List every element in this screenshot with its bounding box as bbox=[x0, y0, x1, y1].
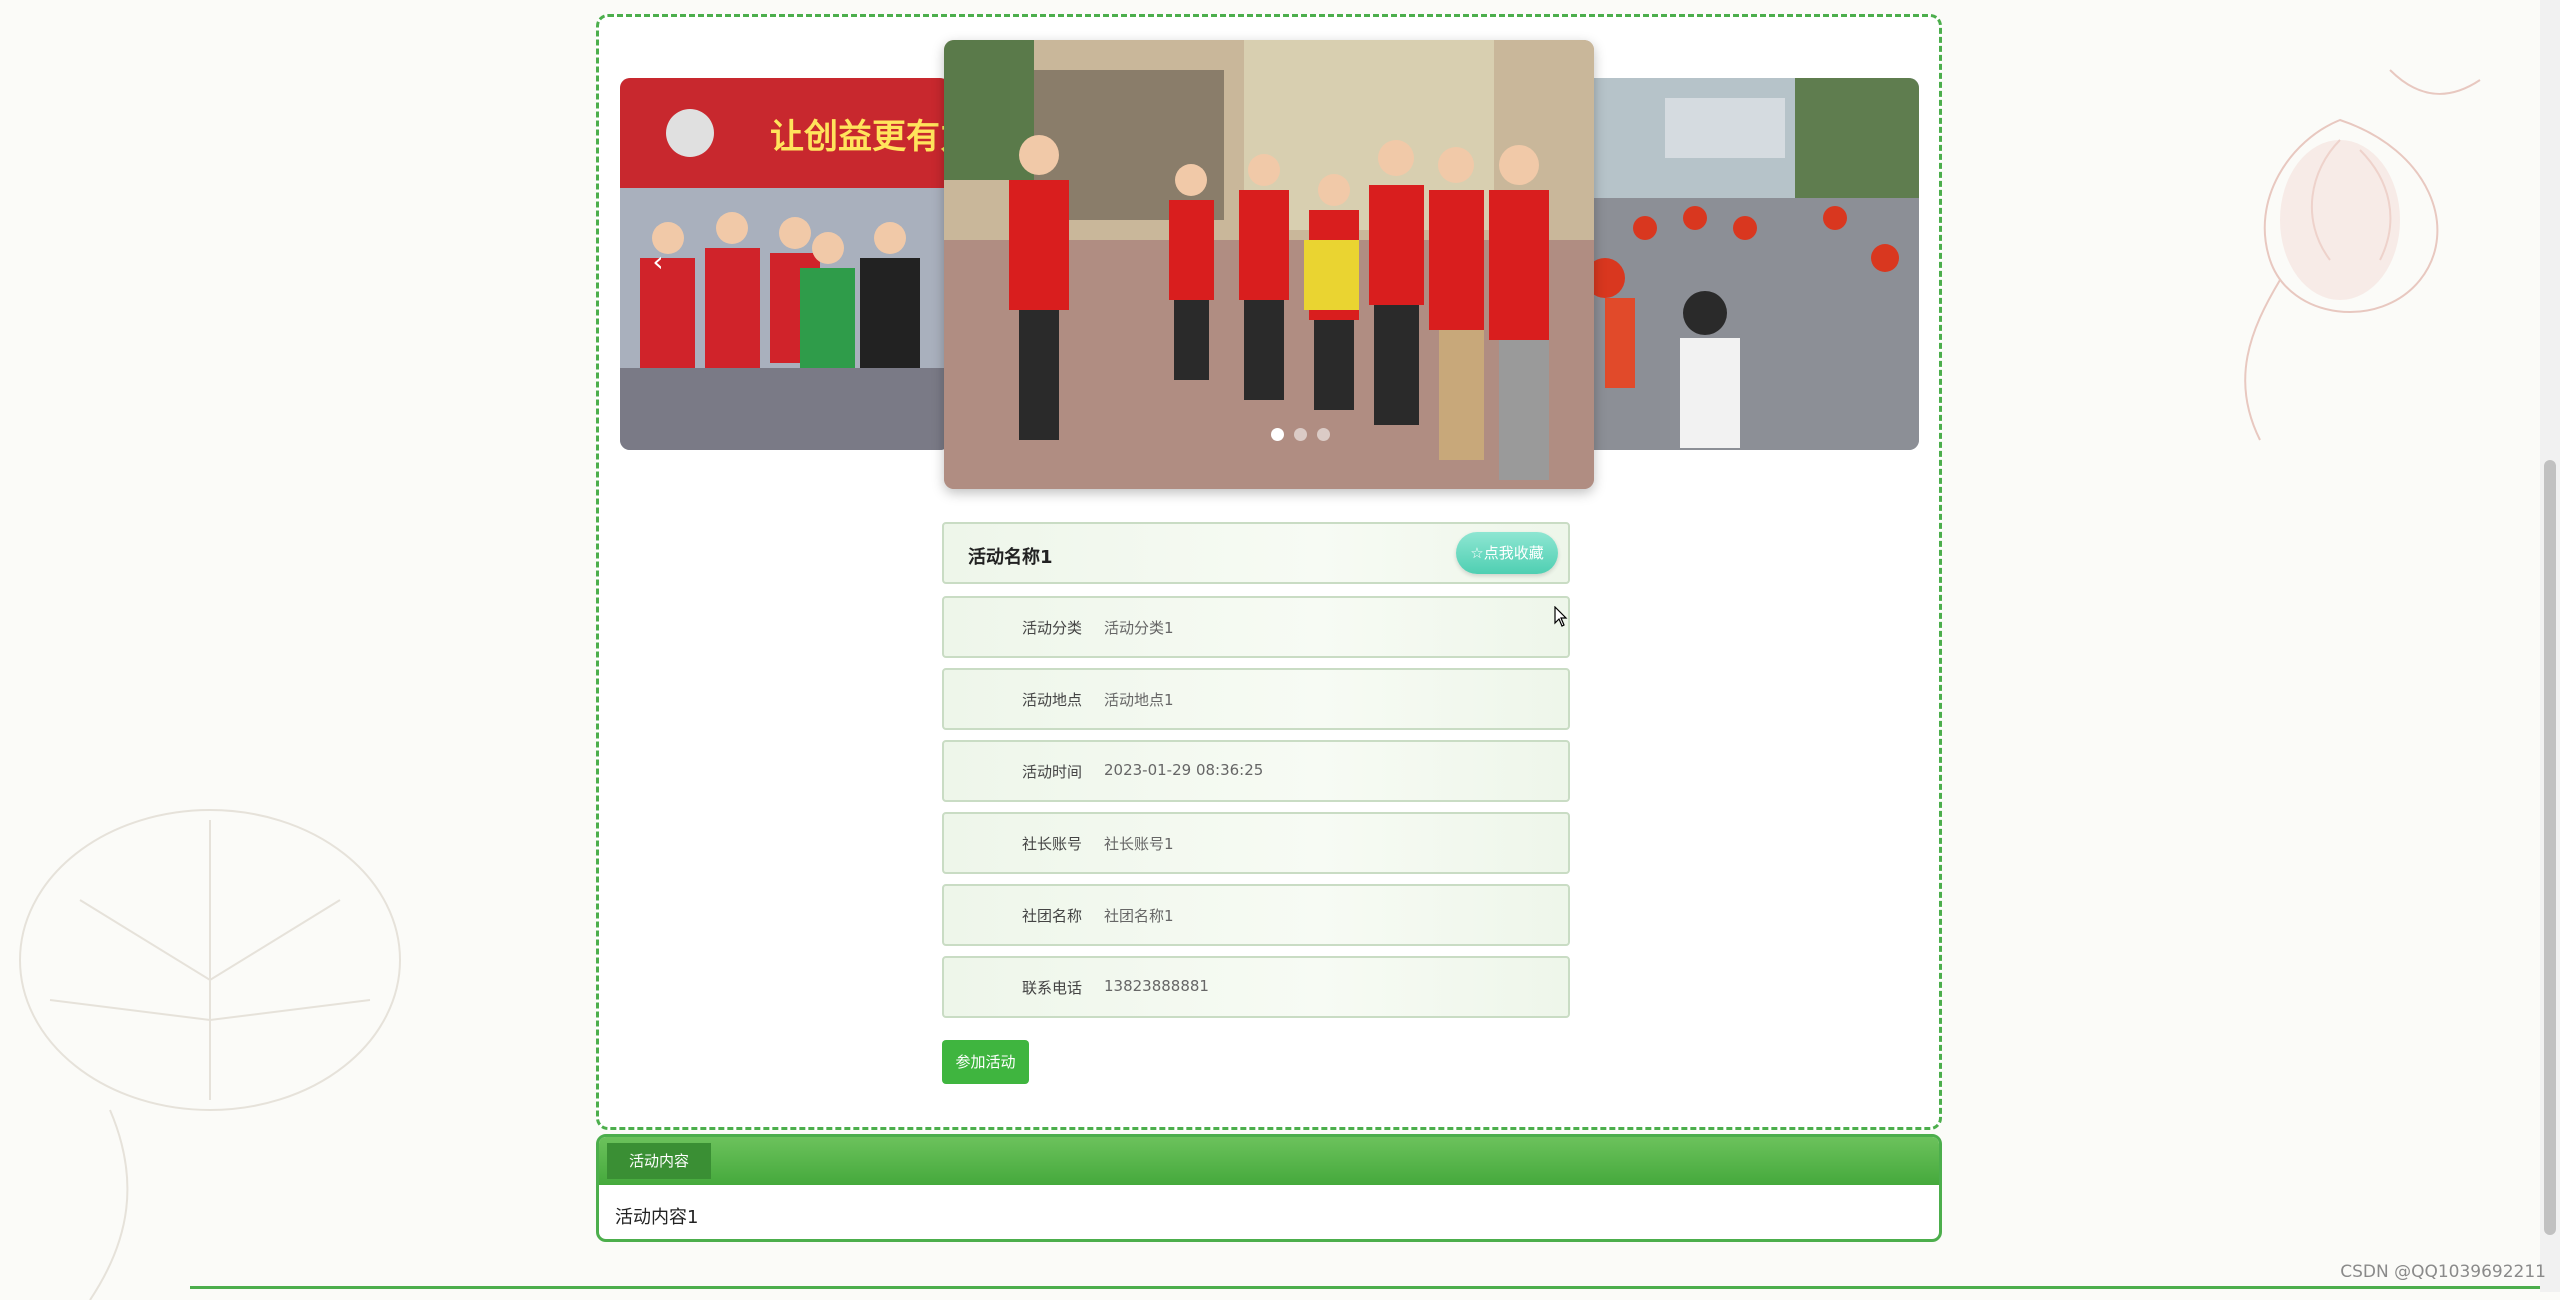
field-row-leader-account: 社长账号 社长账号1 bbox=[942, 812, 1570, 874]
background-leaf-decoration bbox=[19, 809, 401, 1300]
field-value: 社长账号1 bbox=[1104, 835, 1174, 853]
field-value: 活动分类1 bbox=[1104, 619, 1174, 637]
field-row-category: 活动分类 活动分类1 bbox=[942, 596, 1570, 658]
slide-banner-text: 让创益更有力量 bbox=[770, 117, 950, 157]
field-label: 社团名称 bbox=[1021, 907, 1082, 925]
activity-content-text: 活动内容1 bbox=[615, 1207, 699, 1228]
field-value: 活动地点1 bbox=[1104, 691, 1174, 709]
carousel-prev-button[interactable]: ‹ bbox=[640, 244, 676, 280]
activity-name: 活动名称1 bbox=[968, 547, 1053, 568]
page-scrollbar[interactable] bbox=[2540, 0, 2560, 1292]
activity-content-panel: 活动内容 活动内容1 bbox=[596, 1134, 1942, 1242]
slide-photo-volunteers bbox=[944, 40, 1594, 489]
background-flower-decoration bbox=[2244, 69, 2481, 441]
activity-title-bar: 活动名称1 ☆点我收藏 bbox=[942, 522, 1570, 584]
content-header-bar: 活动内容 bbox=[599, 1137, 1939, 1185]
slide-photo-square bbox=[1585, 78, 1919, 450]
scrollbar-thumb[interactable] bbox=[2544, 460, 2556, 1235]
footer-divider bbox=[190, 1286, 2540, 1289]
carousel-dot-2[interactable] bbox=[1294, 428, 1307, 441]
carousel-dot-3[interactable] bbox=[1317, 428, 1330, 441]
join-activity-button[interactable]: 参加活动 bbox=[942, 1040, 1029, 1084]
field-label: 活动时间 bbox=[1021, 763, 1082, 781]
watermark-text: CSDN @QQ1039692211 bbox=[2340, 1262, 2546, 1282]
tab-activity-content[interactable]: 活动内容 bbox=[607, 1143, 711, 1179]
mouse-cursor-icon bbox=[1554, 606, 1568, 627]
carousel-dot-1[interactable] bbox=[1271, 428, 1284, 441]
field-row-location: 活动地点 活动地点1 bbox=[942, 668, 1570, 730]
carousel-slide-active[interactable] bbox=[944, 40, 1594, 489]
field-value: 13823888881 bbox=[1104, 977, 1209, 995]
chevron-left-icon: ‹ bbox=[652, 245, 664, 278]
favorite-button[interactable]: ☆点我收藏 bbox=[1456, 532, 1558, 574]
field-label: 社长账号 bbox=[1021, 835, 1082, 853]
carousel-slide-next[interactable] bbox=[1585, 78, 1919, 450]
field-row-club-name: 社团名称 社团名称1 bbox=[942, 884, 1570, 946]
field-value: 社团名称1 bbox=[1104, 907, 1174, 925]
field-row-time: 活动时间 2023-01-29 08:36:25 bbox=[942, 740, 1570, 802]
field-value: 2023-01-29 08:36:25 bbox=[1104, 761, 1264, 779]
field-label: 活动地点 bbox=[1021, 691, 1082, 709]
carousel-indicators bbox=[1271, 428, 1330, 441]
field-label: 活动分类 bbox=[1021, 619, 1082, 637]
field-row-phone: 联系电话 13823888881 bbox=[942, 956, 1570, 1018]
field-label: 联系电话 bbox=[1021, 979, 1082, 997]
